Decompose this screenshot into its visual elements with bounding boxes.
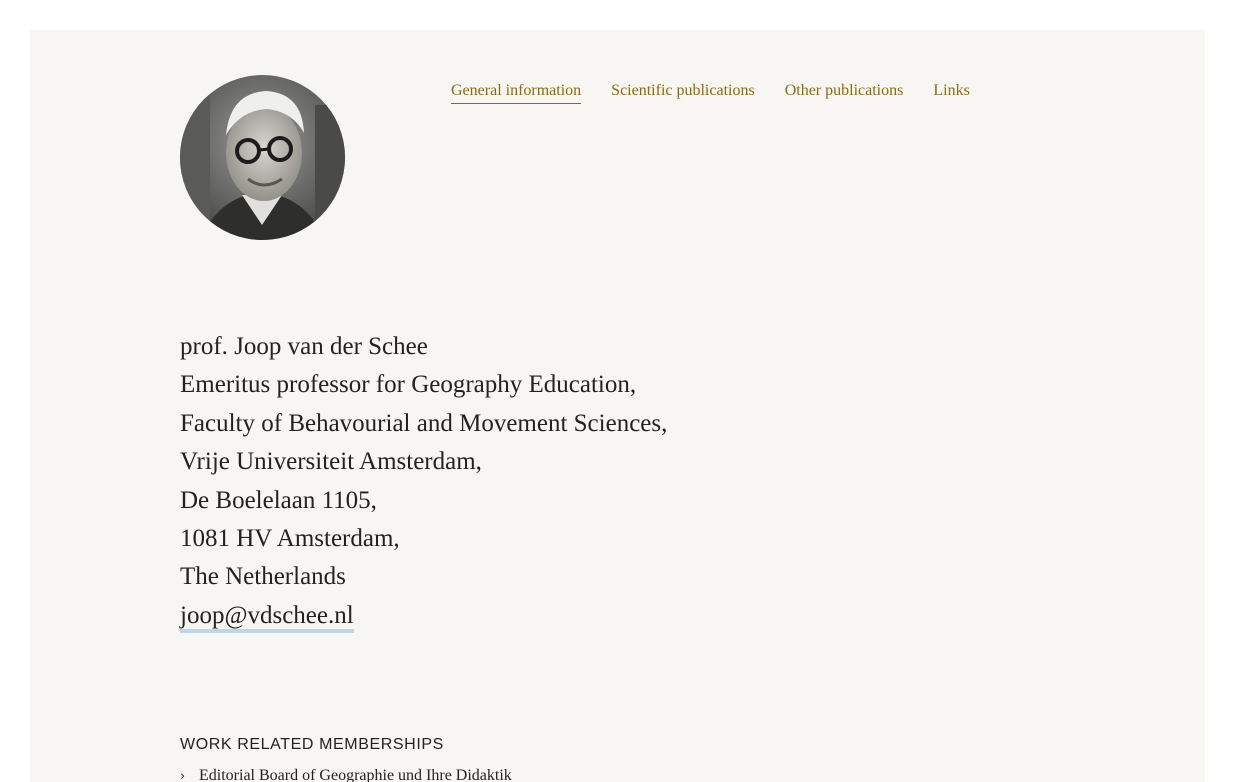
profile-name: prof. Joop van der Schee (180, 333, 428, 360)
memberships-list: › Editorial Board of Geographie und Ihre… (180, 767, 512, 782)
profile-university: Vrije Universiteit Amsterdam, (180, 448, 482, 476)
profile-faculty: Faculty of Behavourial and Movement Scie… (180, 409, 668, 437)
portrait-photo-icon (180, 75, 345, 240)
email-link[interactable]: joop@vdschee.nl (180, 601, 354, 633)
list-item: › Editorial Board of Geographie und Ihre… (180, 767, 512, 782)
contact-address: prof. Joop van der Schee Emeritus profes… (180, 328, 667, 635)
page-content: General information Scientific publicati… (30, 30, 1205, 782)
nav-other-publications[interactable]: Other publications (785, 80, 904, 104)
nav-general-information[interactable]: General information (451, 80, 582, 104)
profile-country: The Netherlands (180, 563, 346, 591)
profile-street: De Boelelaan 1105, (180, 486, 377, 514)
profile-title: Emeritus professor for Geography Educati… (180, 371, 637, 399)
nav-links[interactable]: Links (933, 80, 969, 104)
membership-label: Editorial Board of Geographie und Ihre D… (199, 767, 512, 782)
main-navigation: General information Scientific publicati… (451, 80, 970, 104)
profile-postcode-city: 1081 HV Amsterdam, (180, 525, 400, 553)
memberships-heading: WORK RELATED MEMBERSHIPS (180, 736, 444, 753)
profile-photo (180, 75, 345, 240)
nav-scientific-publications[interactable]: Scientific publications (611, 80, 755, 104)
chevron-right-icon: › (180, 768, 186, 782)
